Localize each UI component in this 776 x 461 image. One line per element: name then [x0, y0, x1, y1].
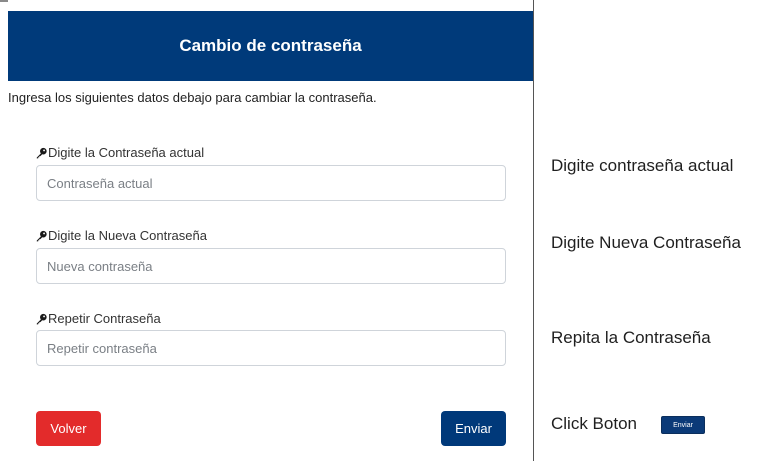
key-icon	[36, 147, 47, 158]
back-button[interactable]: Volver	[36, 411, 101, 446]
current-password-label-text: Digite la Contraseña actual	[48, 145, 205, 160]
send-button-illustration: Enviar	[661, 416, 705, 434]
note-click-button: Click Boton	[551, 414, 637, 433]
new-password-label: Digite la Nueva Contraseña	[36, 228, 207, 243]
key-icon	[36, 313, 47, 324]
repeat-password-label: Repetir Contraseña	[36, 311, 161, 326]
repeat-password-label-text: Repetir Contraseña	[48, 311, 161, 326]
key-icon	[36, 230, 47, 241]
new-password-label-text: Digite la Nueva Contraseña	[48, 228, 207, 243]
page-title: Cambio de contraseña	[179, 36, 362, 55]
panel-header: Cambio de contraseña	[8, 11, 533, 81]
new-password-input[interactable]	[36, 248, 506, 284]
send-button[interactable]: Enviar	[441, 411, 506, 446]
current-password-input[interactable]	[36, 165, 506, 201]
repeat-password-input[interactable]	[36, 330, 506, 366]
note-repeat-password: Repita la Contraseña	[551, 328, 711, 347]
note-new-password: Digite Nueva Contraseña	[551, 233, 741, 252]
password-change-panel: Cambio de contraseña Ingresa los siguien…	[8, 0, 534, 461]
note-current-password: Digite contraseña actual	[551, 156, 734, 175]
intro-text: Ingresa los siguientes datos debajo para…	[8, 90, 377, 105]
current-password-label: Digite la Contraseña actual	[36, 145, 204, 160]
